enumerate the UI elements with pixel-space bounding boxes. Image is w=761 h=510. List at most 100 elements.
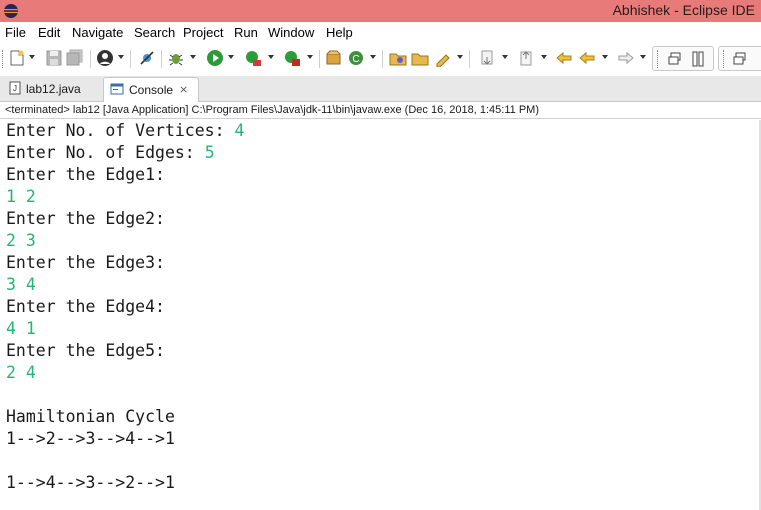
- console-user-input: 3 4: [6, 275, 36, 294]
- account-icon[interactable]: [96, 49, 114, 67]
- chevron-down-icon[interactable]: [190, 55, 196, 59]
- console-line: 2 3: [6, 230, 36, 252]
- menu-window[interactable]: Window: [268, 25, 314, 40]
- chevron-down-icon[interactable]: [118, 55, 124, 59]
- debug-icon[interactable]: [167, 49, 185, 67]
- console-output-text: Hamiltonian Cycle: [6, 407, 175, 426]
- new-java-class-icon[interactable]: C: [347, 49, 365, 67]
- perspective-switcher-secondary: [718, 46, 761, 71]
- console-line: Enter the Edge3:: [6, 252, 165, 274]
- console-line: Enter the Edge2:: [6, 208, 165, 230]
- chevron-down-icon[interactable]: [602, 55, 608, 59]
- chevron-down-icon[interactable]: [640, 55, 646, 59]
- skip-breakpoints-icon[interactable]: [138, 49, 156, 67]
- console-line: Enter the Edge4:: [6, 296, 165, 318]
- back-arrow-icon[interactable]: [578, 49, 596, 67]
- toolbar-separator: [382, 50, 383, 68]
- console-user-input: 1 2: [6, 187, 36, 206]
- toolbar-grip[interactable]: [657, 50, 660, 68]
- console-line: 1-->4-->3-->2-->1: [6, 472, 175, 494]
- toolbar-separator: [130, 50, 131, 68]
- console-line: 1-->2-->3-->4-->1: [6, 428, 175, 450]
- save-all-icon[interactable]: [66, 49, 84, 67]
- open-folder-icon[interactable]: [411, 49, 429, 67]
- save-icon[interactable]: [45, 49, 63, 67]
- chevron-down-icon[interactable]: [457, 55, 463, 59]
- chevron-down-icon[interactable]: [228, 55, 234, 59]
- previous-annotation-icon[interactable]: [517, 49, 535, 67]
- view-tab-bar: J lab12.java Console ⨯: [0, 76, 761, 102]
- console-line: Enter the Edge5:: [6, 340, 165, 362]
- menu-navigate[interactable]: Navigate: [72, 25, 123, 40]
- tab-console[interactable]: Console ⨯: [103, 77, 199, 102]
- next-annotation-icon[interactable]: [478, 49, 496, 67]
- chevron-down-icon[interactable]: [29, 55, 35, 59]
- main-toolbar: C: [0, 44, 761, 74]
- toolbar-separator: [90, 50, 91, 68]
- java-file-icon: J: [9, 81, 21, 95]
- termination-status: <terminated> lab12 [Java Application] C:…: [5, 104, 539, 116]
- console-output-text: Enter No. of Vertices:: [6, 121, 235, 140]
- menu-run[interactable]: Run: [234, 25, 258, 40]
- run-icon[interactable]: [206, 49, 224, 67]
- toolbar-grip[interactable]: [2, 50, 5, 68]
- tab-label: lab12.java: [26, 82, 81, 96]
- console-output-text: 1-->4-->3-->2-->1: [6, 473, 175, 492]
- console-output-text: Enter No. of Edges:: [6, 143, 205, 162]
- console-user-input: 4 1: [6, 319, 36, 338]
- console-user-input: 5: [204, 143, 215, 162]
- console-line: 1 2: [6, 186, 36, 208]
- toolbar-grip[interactable]: [723, 50, 726, 68]
- coverage-icon[interactable]: [244, 49, 262, 67]
- console-output[interactable]: Enter No. of Vertices: 4 Enter No. of Edg…: [0, 120, 761, 510]
- chevron-down-icon[interactable]: [370, 55, 376, 59]
- new-java-package-icon[interactable]: [325, 49, 343, 67]
- perspective-switcher: [652, 46, 714, 71]
- menu-search[interactable]: Search: [134, 25, 175, 40]
- console-output-text: Enter the Edge3:: [6, 253, 165, 272]
- console-line: 3 4: [6, 274, 36, 296]
- chevron-down-icon[interactable]: [502, 55, 508, 59]
- maximize-icon[interactable]: [689, 50, 707, 68]
- menu-edit[interactable]: Edit: [38, 25, 60, 40]
- menu-help[interactable]: Help: [326, 25, 353, 40]
- forward-arrow-icon[interactable]: [617, 49, 635, 67]
- restore-icon[interactable]: [666, 50, 684, 68]
- console-status: <terminated> lab12 [Java Application] C:…: [0, 102, 761, 119]
- console-line: Enter No. of Edges: 5: [6, 142, 215, 164]
- chevron-down-icon[interactable]: [268, 55, 274, 59]
- restore-icon[interactable]: [731, 50, 749, 68]
- chevron-down-icon[interactable]: [541, 55, 547, 59]
- console-line: Enter the Edge1:: [6, 164, 165, 186]
- menu-file[interactable]: File: [5, 25, 26, 40]
- new-file-icon[interactable]: [8, 49, 26, 67]
- search-pen-icon[interactable]: [434, 49, 452, 67]
- console-line: 4 1: [6, 318, 36, 340]
- console-user-input: 2 4: [6, 363, 36, 382]
- console-output-text: Enter the Edge4:: [6, 297, 165, 316]
- close-icon[interactable]: ⨯: [179, 83, 188, 96]
- chevron-down-icon[interactable]: [307, 55, 313, 59]
- menu-bar: File Edit Navigate Search Project Run Wi…: [0, 22, 761, 44]
- menu-project[interactable]: Project: [183, 25, 223, 40]
- open-type-icon[interactable]: [389, 49, 407, 67]
- toolbar-separator: [469, 50, 470, 68]
- toolbar-separator: [161, 50, 162, 68]
- console-output-text: 1-->2-->3-->4-->1: [6, 429, 175, 448]
- svg-text:J: J: [13, 84, 17, 93]
- external-tools-icon[interactable]: [283, 49, 301, 67]
- window-title: Abhishek - Eclipse IDE: [612, 2, 755, 18]
- console-output-text: Enter the Edge2:: [6, 209, 165, 228]
- console-line: Hamiltonian Cycle: [6, 406, 175, 428]
- last-edit-location-icon[interactable]: [555, 49, 573, 67]
- console-output-text: Enter the Edge5:: [6, 341, 165, 360]
- toolbar-separator: [319, 50, 320, 68]
- console-output-text: Enter the Edge1:: [6, 165, 165, 184]
- console-line: Enter No. of Vertices: 4: [6, 120, 244, 142]
- tab-lab12-java[interactable]: J lab12.java: [2, 77, 100, 102]
- tab-label: Console: [129, 83, 174, 97]
- console-icon: [110, 83, 124, 95]
- eclipse-logo-icon: [4, 4, 18, 18]
- title-bar: Abhishek - Eclipse IDE: [0, 0, 761, 22]
- svg-text:C: C: [352, 54, 359, 65]
